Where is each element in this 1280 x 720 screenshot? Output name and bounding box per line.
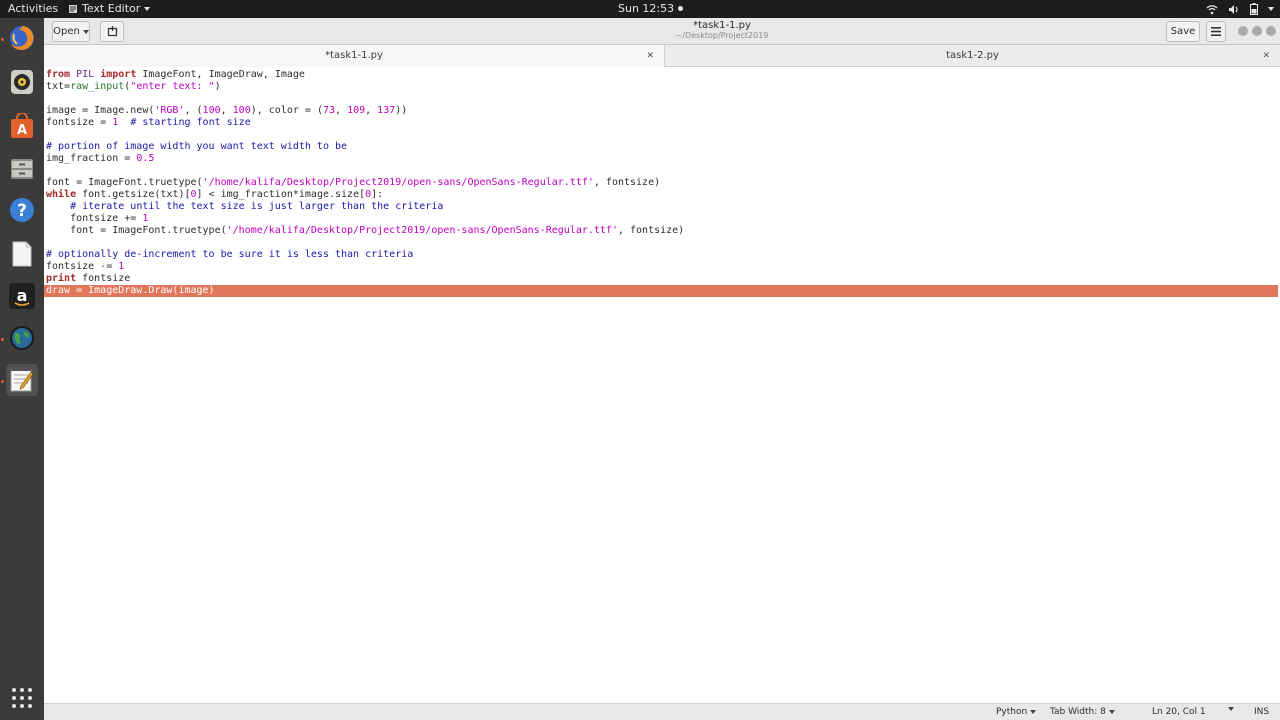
- app-grid-icon: [12, 688, 32, 708]
- language-label: Python: [996, 707, 1028, 717]
- code-line[interactable]: font = ImageFont.truetype('/home/kalifa/…: [46, 225, 684, 237]
- activities-button[interactable]: Activities: [8, 2, 58, 15]
- show-applications-button[interactable]: [6, 682, 38, 714]
- chevron-down-icon: [1108, 710, 1115, 714]
- new-document-button[interactable]: [100, 21, 124, 42]
- cursor-position-selector[interactable]: Ln 20, Col 1: [1152, 707, 1206, 717]
- tab-label: *task1-1.py: [325, 50, 383, 61]
- tab-label: task1-2.py: [946, 50, 999, 61]
- new-document-icon: [107, 26, 117, 37]
- close-icon[interactable]: ✕: [646, 45, 654, 67]
- tab-task1-1[interactable]: *task1-1.py ✕: [44, 45, 665, 67]
- firefox-icon: [10, 26, 34, 50]
- running-indicator: [1, 338, 4, 341]
- file-cabinet-icon: [11, 159, 33, 179]
- open-button[interactable]: Open: [52, 21, 90, 42]
- save-button-label: Save: [1170, 26, 1196, 37]
- help-icon: ?: [10, 198, 34, 222]
- rhythmbox-launcher[interactable]: [6, 66, 38, 98]
- minimize-button[interactable]: [1238, 26, 1248, 36]
- files-launcher[interactable]: [6, 152, 38, 184]
- globe-launcher[interactable]: [6, 322, 38, 354]
- code-line[interactable]: # optionally de-increment to be sure it …: [46, 249, 413, 261]
- volume-icon: [1228, 4, 1240, 15]
- amazon-launcher[interactable]: a: [6, 280, 38, 312]
- speaker-icon: [11, 70, 33, 94]
- running-indicator: [1, 380, 4, 383]
- running-indicator: [1, 38, 4, 41]
- maximize-button[interactable]: [1252, 26, 1262, 36]
- svg-text:A: A: [17, 123, 27, 138]
- code-line[interactable]: while font.getsize(txt)[0] < img_fractio…: [46, 189, 383, 201]
- cursor-position-label: Ln 20, Col 1: [1152, 707, 1206, 717]
- dock: A ? a: [0, 18, 44, 720]
- code-line[interactable]: print fontsize: [46, 273, 130, 285]
- system-tray[interactable]: [1206, 3, 1274, 15]
- insert-mode-label: INS: [1254, 707, 1270, 717]
- chevron-down-icon: [144, 6, 151, 11]
- app-menu-label: Text Editor: [82, 2, 141, 15]
- system-menu-chevron-icon: [1268, 7, 1274, 11]
- battery-icon: [1250, 3, 1258, 15]
- text-editor-icon: [10, 368, 34, 392]
- code-line[interactable]: from PIL import ImageFont, ImageDraw, Im…: [46, 69, 305, 81]
- code-line[interactable]: font = ImageFont.truetype('/home/kalifa/…: [46, 177, 660, 189]
- document-icon: [12, 241, 32, 267]
- notification-dot-icon: [678, 6, 684, 11]
- hamburger-icon: [1211, 27, 1221, 36]
- code-line[interactable]: img_fraction = 0.5: [46, 153, 154, 165]
- svg-text:?: ?: [17, 201, 27, 221]
- code-editor[interactable]: from PIL import ImageFont, ImageDraw, Im…: [44, 67, 1280, 703]
- app-menu[interactable]: Text Editor: [68, 2, 151, 15]
- code-line[interactable]: fontsize -= 1: [46, 261, 124, 273]
- code-line[interactable]: # portion of image width you want text w…: [46, 141, 347, 153]
- code-line[interactable]: # iterate until the text size is just la…: [46, 201, 443, 213]
- firefox-launcher[interactable]: [6, 22, 38, 54]
- window-subtitle: ~/Desktop/Project2019: [675, 31, 769, 40]
- chevron-down-icon: [1030, 710, 1037, 714]
- help-launcher[interactable]: ?: [6, 194, 38, 226]
- status-bar: Python Tab Width: 8 Ln 20, Col 1 INS: [44, 703, 1280, 720]
- tab-task1-2[interactable]: task1-2.py ✕: [665, 45, 1280, 67]
- close-window-button[interactable]: [1266, 26, 1276, 36]
- clock-label: Sun 12:53: [618, 2, 675, 15]
- chevron-down-icon: [1228, 707, 1234, 711]
- globe-icon: [10, 326, 34, 350]
- top-bar: Activities Text Editor Sun 12:53: [0, 0, 1280, 18]
- hamburger-menu-button[interactable]: [1206, 21, 1226, 42]
- clock[interactable]: Sun 12:53: [618, 2, 684, 15]
- tab-width-selector[interactable]: Tab Width: 8: [1050, 707, 1115, 717]
- tab-width-label: Tab Width: 8: [1050, 707, 1106, 717]
- cursor-position-menu[interactable]: [1228, 707, 1234, 711]
- code-line[interactable]: fontsize = 1 # starting font size: [46, 117, 251, 129]
- software-center-launcher[interactable]: A: [6, 110, 38, 142]
- shopping-bag-icon: A: [11, 113, 33, 138]
- wifi-icon: [1206, 4, 1218, 15]
- window-title: *task1-1.py: [693, 20, 751, 31]
- chevron-down-icon: [82, 29, 89, 34]
- save-button[interactable]: Save: [1166, 21, 1200, 42]
- code-line-selected[interactable]: draw = ImageDraw.Draw(image): [44, 285, 1278, 297]
- language-selector[interactable]: Python: [996, 707, 1037, 717]
- tab-bar: *task1-1.py ✕ task1-2.py ✕: [44, 45, 1280, 67]
- code-line[interactable]: image = Image.new('RGB', (100, 100), col…: [46, 105, 407, 117]
- text-editor-launcher[interactable]: [6, 364, 38, 396]
- header-bar: Open *task1-1.py ~/Desktop/Project2019 S…: [44, 18, 1280, 45]
- amazon-icon: a: [9, 283, 35, 309]
- document-launcher[interactable]: [6, 238, 38, 270]
- close-icon[interactable]: ✕: [1262, 45, 1270, 67]
- insert-mode-indicator: INS: [1254, 707, 1269, 717]
- svg-text:a: a: [17, 286, 28, 305]
- code-line[interactable]: txt=raw_input("enter text: "): [46, 81, 221, 93]
- open-button-label: Open: [53, 26, 80, 37]
- code-line[interactable]: fontsize += 1: [46, 213, 148, 225]
- text-editor-small-icon: [68, 4, 78, 14]
